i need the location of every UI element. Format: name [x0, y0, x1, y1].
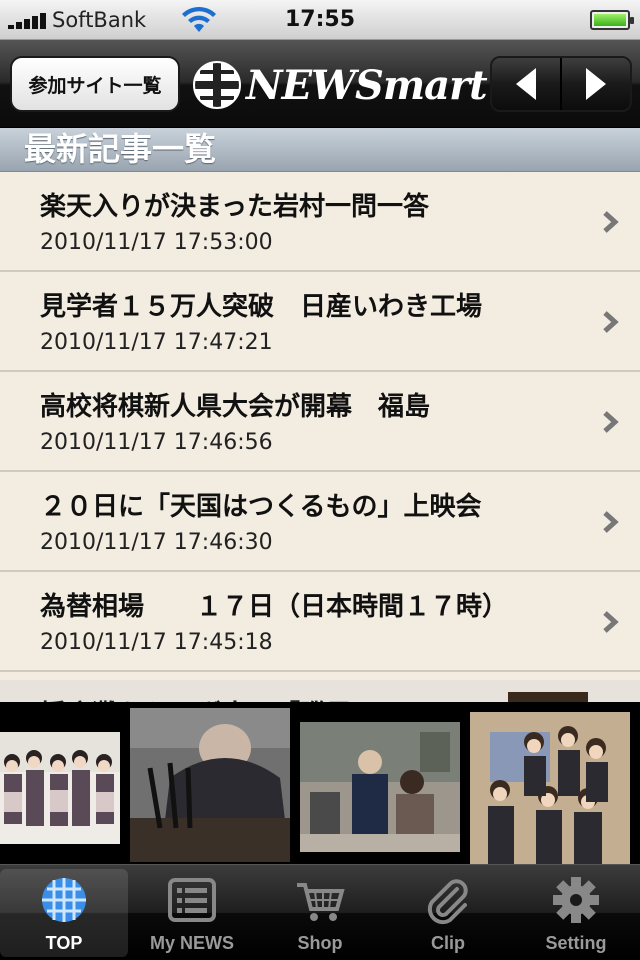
chevron-right-icon — [603, 611, 619, 633]
chevron-right-icon — [603, 211, 619, 233]
cart-icon — [297, 883, 345, 921]
gear-icon — [553, 877, 599, 923]
tab-label: Clip — [431, 933, 465, 953]
participating-sites-button[interactable]: 参加サイト一覧 — [10, 56, 180, 112]
globe-icon — [42, 878, 86, 922]
tab-label: Shop — [297, 933, 343, 953]
list-icon — [168, 878, 216, 922]
press-conference-image — [130, 708, 290, 862]
chevron-right-icon — [603, 311, 619, 333]
tab-label: Setting — [545, 933, 607, 953]
arrow-left-icon — [516, 68, 536, 100]
globe-logo-icon — [193, 61, 241, 109]
article-title: 楽天入りが決まった岩村一問一答 — [40, 192, 429, 222]
article-date: 2010/11/17 17:46:30 — [40, 530, 273, 555]
paperclip-icon — [427, 879, 468, 925]
article-title: 為替相場 １７日（日本時間１７時） — [40, 592, 509, 622]
list-item[interactable]: 為替相場 １７日（日本時間１７時） 2010/11/17 17:45:18 — [0, 572, 640, 672]
article-title: 高校将棋新人県大会が開幕 福島 — [40, 392, 431, 422]
group-photo-image — [0, 732, 120, 844]
list-item[interactable]: 高校将棋新人県大会が開幕 福島 2010/11/17 17:46:56 — [0, 372, 640, 472]
chevron-right-icon — [603, 411, 619, 433]
photo-gallery[interactable] — [0, 702, 640, 868]
article-date: 2010/11/17 17:47:21 — [40, 330, 273, 355]
nav-bar: 参加サイト一覧 NEWSmart — [0, 40, 640, 128]
tab-bar: TOP My NEWS Shop Clip Setting — [0, 864, 640, 960]
section-title: 最新記事一覧 — [0, 128, 640, 172]
list-item[interactable]: 楽天入りが決まった岩村一問一答 2010/11/17 17:53:00 — [0, 172, 640, 272]
list-item[interactable]: ２０日に「天国はつくるもの」上映会 2010/11/17 17:46:30 — [0, 472, 640, 572]
tab-clip[interactable]: Clip — [384, 865, 512, 960]
street-crowd-image — [300, 722, 460, 852]
newsmart-logo: NEWSmart — [192, 60, 488, 110]
tab-my-news[interactable]: My NEWS — [128, 865, 256, 960]
status-time: 17:55 — [284, 7, 356, 32]
status-bar: SoftBank 17:55 — [0, 0, 640, 40]
chevron-right-icon — [603, 511, 619, 533]
previous-button[interactable] — [492, 58, 560, 110]
list-item[interactable]: 見学者１５万人突破 日産いわき工場 2010/11/17 17:47:21 — [0, 272, 640, 372]
gallery-photo[interactable] — [130, 708, 290, 862]
article-date: 2010/11/17 17:45:18 — [40, 630, 273, 655]
logo-text: NEWSmart — [246, 61, 488, 109]
next-button[interactable] — [560, 58, 630, 110]
article-date: 2010/11/17 17:46:56 — [40, 430, 273, 455]
tab-top[interactable]: TOP — [0, 869, 128, 957]
gallery-photo[interactable] — [300, 722, 460, 852]
article-title: ２０日に「天国はつくるもの」上映会 — [40, 492, 482, 522]
article-title: 見学者１５万人突破 日産いわき工場 — [40, 292, 483, 322]
article-date: 2010/11/17 17:53:00 — [40, 230, 273, 255]
battery-icon — [590, 10, 634, 30]
article-list: 楽天入りが決まった岩村一問一答 2010/11/17 17:53:00 見学者１… — [0, 172, 640, 712]
tab-setting[interactable]: Setting — [512, 865, 640, 960]
tab-label: My NEWS — [149, 933, 234, 953]
tab-label: TOP — [45, 933, 83, 953]
gallery-photo[interactable] — [0, 732, 120, 844]
group-event-image — [470, 712, 630, 864]
arrow-right-icon — [586, 68, 606, 100]
tab-shop[interactable]: Shop — [256, 865, 384, 960]
prev-next-segmented-control — [490, 56, 632, 112]
gallery-photo[interactable] — [470, 712, 630, 864]
